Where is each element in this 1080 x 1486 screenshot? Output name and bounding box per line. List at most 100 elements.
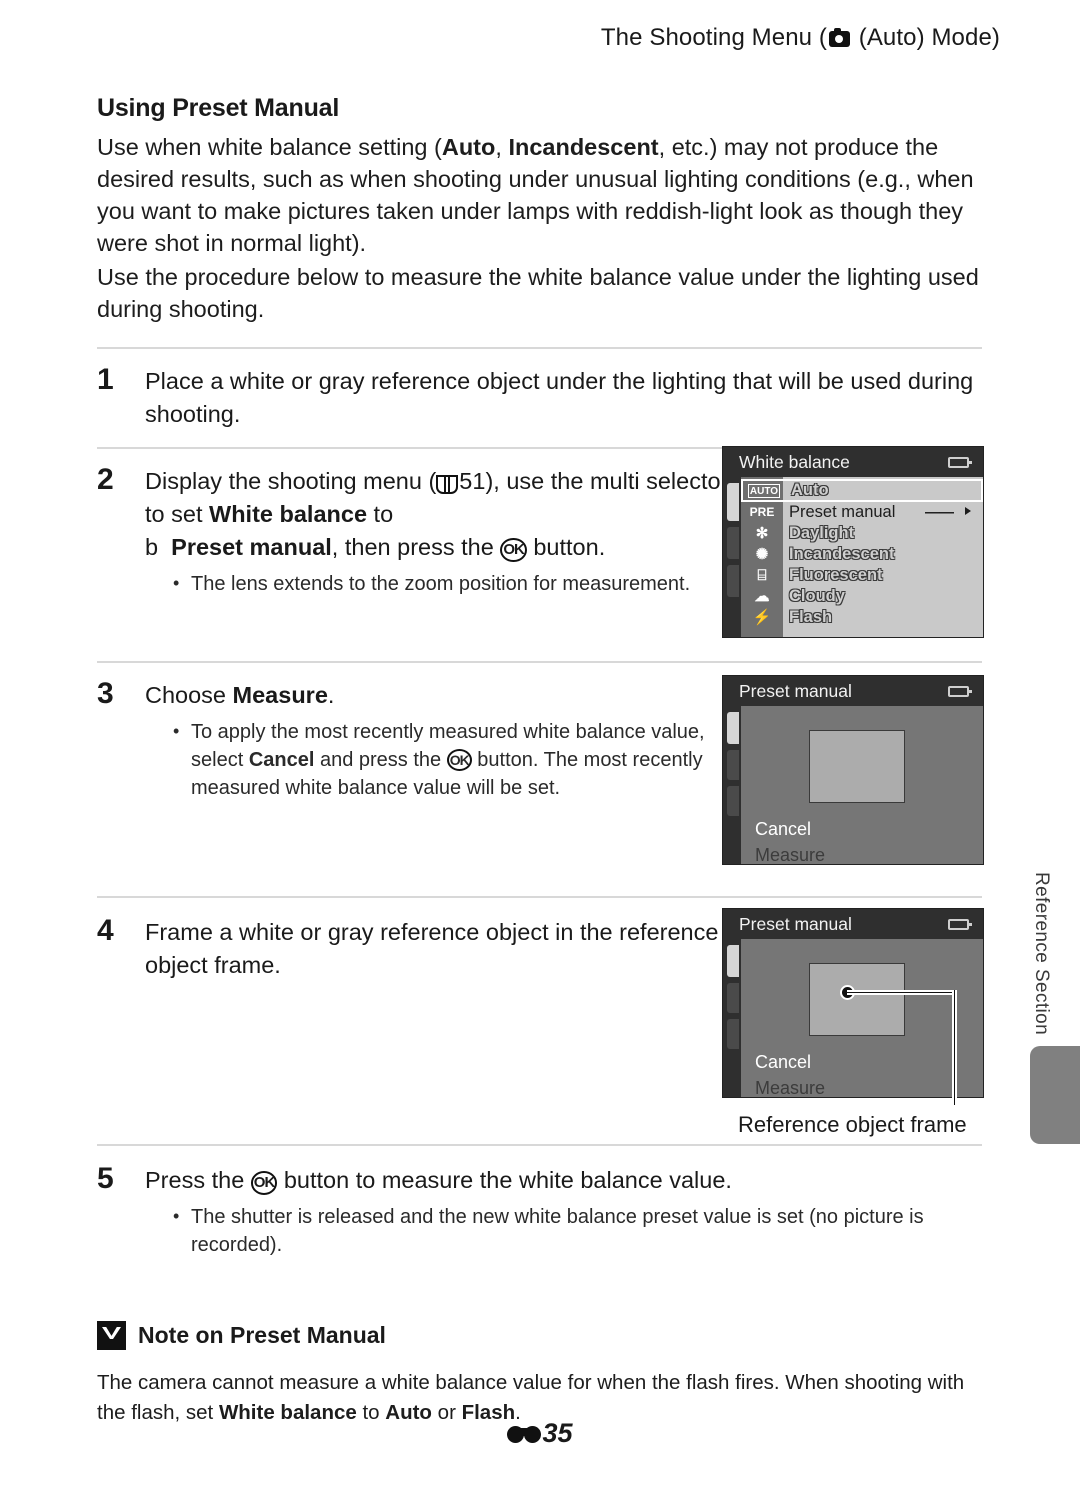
- intro-paragraph-1: Use when white balance setting (Auto, In…: [97, 131, 982, 259]
- note-heading: Note on Preset Manual: [97, 1321, 982, 1350]
- pm2-body: Cancel Measure: [741, 939, 983, 1099]
- step-3-line1a: Choose: [145, 682, 233, 708]
- step-2-pageref: 51: [459, 468, 486, 494]
- manual-page: The Shooting Menu ( (Auto) Mode) Using P…: [0, 0, 1080, 1486]
- wb-preset-value: ——: [925, 504, 954, 521]
- pm1-title: Preset manual: [739, 681, 852, 701]
- intro-bold-auto: Auto: [441, 134, 496, 160]
- pm1-cancel-option[interactable]: Cancel: [755, 819, 811, 840]
- tab-marker-3[interactable]: [727, 786, 739, 816]
- pm1-body: Cancel Measure: [741, 706, 983, 866]
- wb-row-cloudy[interactable]: ☁ Cloudy: [741, 586, 983, 607]
- wb-label-flash: Flash: [789, 608, 833, 626]
- ok-button-icon: OK: [446, 749, 472, 771]
- pm2-cancel-option[interactable]: Cancel: [755, 1052, 811, 1073]
- wb-row-fluorescent[interactable]: ⌸ Fluorescent: [741, 565, 983, 586]
- ok-button-icon: OK: [250, 1171, 278, 1195]
- pm2-titlebar: Preset manual: [723, 909, 983, 939]
- step-5-number: 5: [97, 1162, 114, 1195]
- reference-object-frame: [809, 963, 905, 1036]
- step-3-line1c: .: [327, 682, 335, 708]
- tab-marker-3[interactable]: [727, 565, 739, 597]
- step-3-text: Choose Measure.: [145, 679, 745, 712]
- wb-label-incandescent: Incandescent: [789, 545, 895, 563]
- step-5: 5 Press the OK button to measure the whi…: [97, 1162, 982, 1259]
- battery-icon: [948, 457, 972, 468]
- step-2-line3d: button.: [526, 534, 606, 560]
- tab-marker-1[interactable]: [727, 945, 739, 977]
- pm1-measure-option[interactable]: Measure: [755, 845, 825, 866]
- step-1: 1 Place a white or gray reference object…: [97, 363, 982, 431]
- callout-leader-horizontal: [847, 990, 957, 995]
- step-2-line1b: ), use the: [485, 468, 584, 494]
- wb-label-fluorescent: Fluorescent: [789, 566, 883, 584]
- tab-marker-2[interactable]: [727, 983, 739, 1013]
- preset-manual-screen-1: Preset manual Cancel Measure: [722, 675, 984, 865]
- chevron-right-icon: [965, 507, 971, 515]
- wb-row-preset-manual[interactable]: PRE Preset manual ——: [741, 502, 983, 523]
- tab-marker-2[interactable]: [727, 750, 739, 780]
- header-suffix: (Auto) Mode): [851, 24, 1000, 51]
- cloudy-icon: ☁: [754, 588, 770, 605]
- wb-row-incandescent[interactable]: ✺ Incandescent: [741, 544, 983, 565]
- wb-label-cloudy: Cloudy: [789, 587, 845, 605]
- step-2-line2c: to: [367, 501, 394, 527]
- step-3-bullets: To apply the most recently measured whit…: [145, 717, 710, 802]
- wb-row-auto[interactable]: AUTO Auto: [741, 479, 983, 502]
- step-2-white-balance: White balance: [209, 501, 368, 527]
- callout-label-reference-object-frame: Reference object frame: [738, 1112, 967, 1137]
- step-2-bullets: The lens extends to the zoom position fo…: [145, 569, 705, 598]
- daylight-icon: ✻: [755, 525, 769, 542]
- callout-leader-vertical: [952, 990, 957, 1105]
- intro-text-c: ,: [495, 134, 509, 160]
- tab-marker-1[interactable]: [727, 712, 739, 744]
- wb-screen-titlebar: White balance: [723, 447, 983, 477]
- tab-marker-2[interactable]: [727, 527, 739, 559]
- pm2-title: Preset manual: [739, 914, 852, 934]
- step-2-bullet-1: The lens extends to the zoom position fo…: [173, 569, 705, 598]
- pm1-tabs: [727, 712, 739, 822]
- wb-row-flash[interactable]: ⚡ Flash: [741, 607, 983, 628]
- pm1-titlebar: Preset manual: [723, 676, 983, 706]
- pm2-tabs: [727, 945, 739, 1055]
- step-4-text: Frame a white or gray reference object i…: [145, 919, 719, 978]
- step-4-number: 4: [97, 914, 114, 947]
- reference-section-icon: [507, 1426, 542, 1443]
- tab-marker-3[interactable]: [727, 1019, 739, 1049]
- wb-option-list: AUTO Auto PRE Preset manual —— ✻ Dayligh…: [741, 477, 983, 637]
- flash-icon: ⚡: [752, 609, 772, 626]
- step-3-bullet-c: and press the: [314, 749, 447, 771]
- step-5-line1b: button to measure the white balance valu…: [277, 1167, 732, 1193]
- step-3-bullet-1: To apply the most recently measured whit…: [173, 717, 710, 802]
- step-2-line3c: , then press the: [331, 534, 501, 560]
- wb-label-daylight: Daylight: [789, 524, 855, 542]
- step-2-text: Display the shooting menu (51), use the …: [145, 465, 745, 564]
- page-number: 35: [542, 1418, 573, 1448]
- note-title: Note on Preset Manual: [138, 1322, 386, 1348]
- reference-object-frame: [809, 730, 905, 803]
- wb-row-daylight[interactable]: ✻ Daylight: [741, 523, 983, 544]
- running-header: The Shooting Menu ( (Auto) Mode): [0, 24, 1000, 52]
- step-5-text: Press the OK button to measure the white…: [145, 1164, 982, 1197]
- incandescent-icon: ✺: [755, 546, 769, 563]
- step-2-line1a: Display the shooting menu (: [145, 468, 437, 494]
- step-1-number: 1: [97, 363, 114, 396]
- wb-label-preset-manual: Preset manual: [789, 503, 896, 521]
- step-5-bullets: The shutter is released and the new whit…: [145, 1202, 965, 1259]
- page-title: Using Preset Manual: [97, 94, 340, 122]
- tab-marker-1[interactable]: [727, 483, 739, 521]
- pm2-measure-option[interactable]: Measure: [755, 1078, 825, 1099]
- step-5-bullet-1: The shutter is released and the new whit…: [173, 1202, 965, 1259]
- intro-paragraph-2: Use the procedure below to measure the w…: [97, 264, 979, 322]
- step-2-preset-glyph: b: [145, 534, 159, 560]
- page-folio: 35: [0, 1418, 1080, 1449]
- auto-wb-icon: AUTO: [747, 484, 781, 498]
- caution-icon: [97, 1321, 126, 1350]
- step-3-cancel: Cancel: [248, 749, 315, 771]
- side-tab-block: [1030, 1046, 1080, 1144]
- step-5-line1a: Press the: [145, 1167, 251, 1193]
- battery-icon: [948, 919, 972, 930]
- ok-button-icon: OK: [500, 538, 527, 562]
- step-1-text: Place a white or gray reference object u…: [145, 368, 974, 427]
- step-3-measure: Measure: [232, 682, 328, 708]
